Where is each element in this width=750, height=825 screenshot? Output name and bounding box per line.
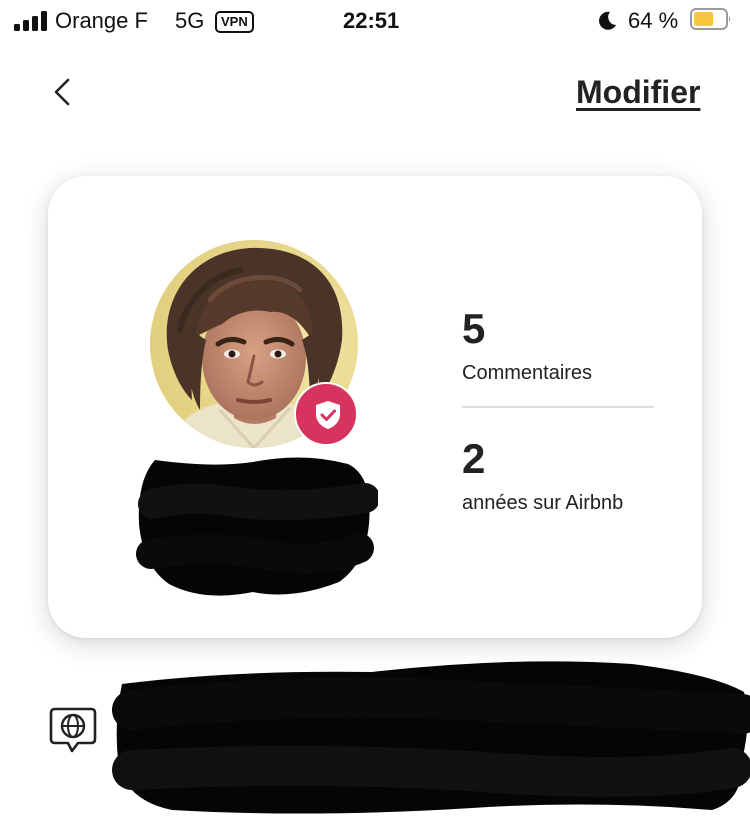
profile-card: 5 Commentaires 2 années sur Airbnb <box>48 176 702 638</box>
reviews-stat[interactable]: 5 Commentaires <box>462 306 592 385</box>
stats-divider <box>462 406 654 408</box>
reviews-label: Commentaires <box>462 362 593 384</box>
reviews-count: 5 <box>462 305 486 352</box>
network-type: 5G <box>175 8 205 33</box>
languages-row: L F <box>0 650 750 825</box>
redacted-name <box>136 457 378 596</box>
redacted-languages <box>112 661 750 814</box>
status-bar: Orange F 5G VPN 22:51 64 % <box>0 0 750 44</box>
years-label: années sur Airbnb <box>462 492 624 514</box>
moon-icon <box>599 11 616 30</box>
vpn-badge: VPN <box>215 11 254 33</box>
years-stat: 2 années sur Airbnb <box>462 436 623 515</box>
chevron-left-icon <box>54 78 70 106</box>
globe-speech-bubble-icon <box>49 707 97 753</box>
carrier-name: Orange F <box>55 8 148 33</box>
battery-percent: 64 % <box>628 8 679 33</box>
shield-check-icon <box>316 401 340 429</box>
cellular-signal-icon <box>14 11 48 31</box>
battery-icon <box>690 8 731 30</box>
years-count: 2 <box>462 435 486 482</box>
verified-badge <box>294 382 358 446</box>
status-time: 22:51 <box>343 8 400 33</box>
edit-profile-link[interactable]: Modifier <box>576 74 700 111</box>
back-button[interactable] <box>44 72 82 112</box>
